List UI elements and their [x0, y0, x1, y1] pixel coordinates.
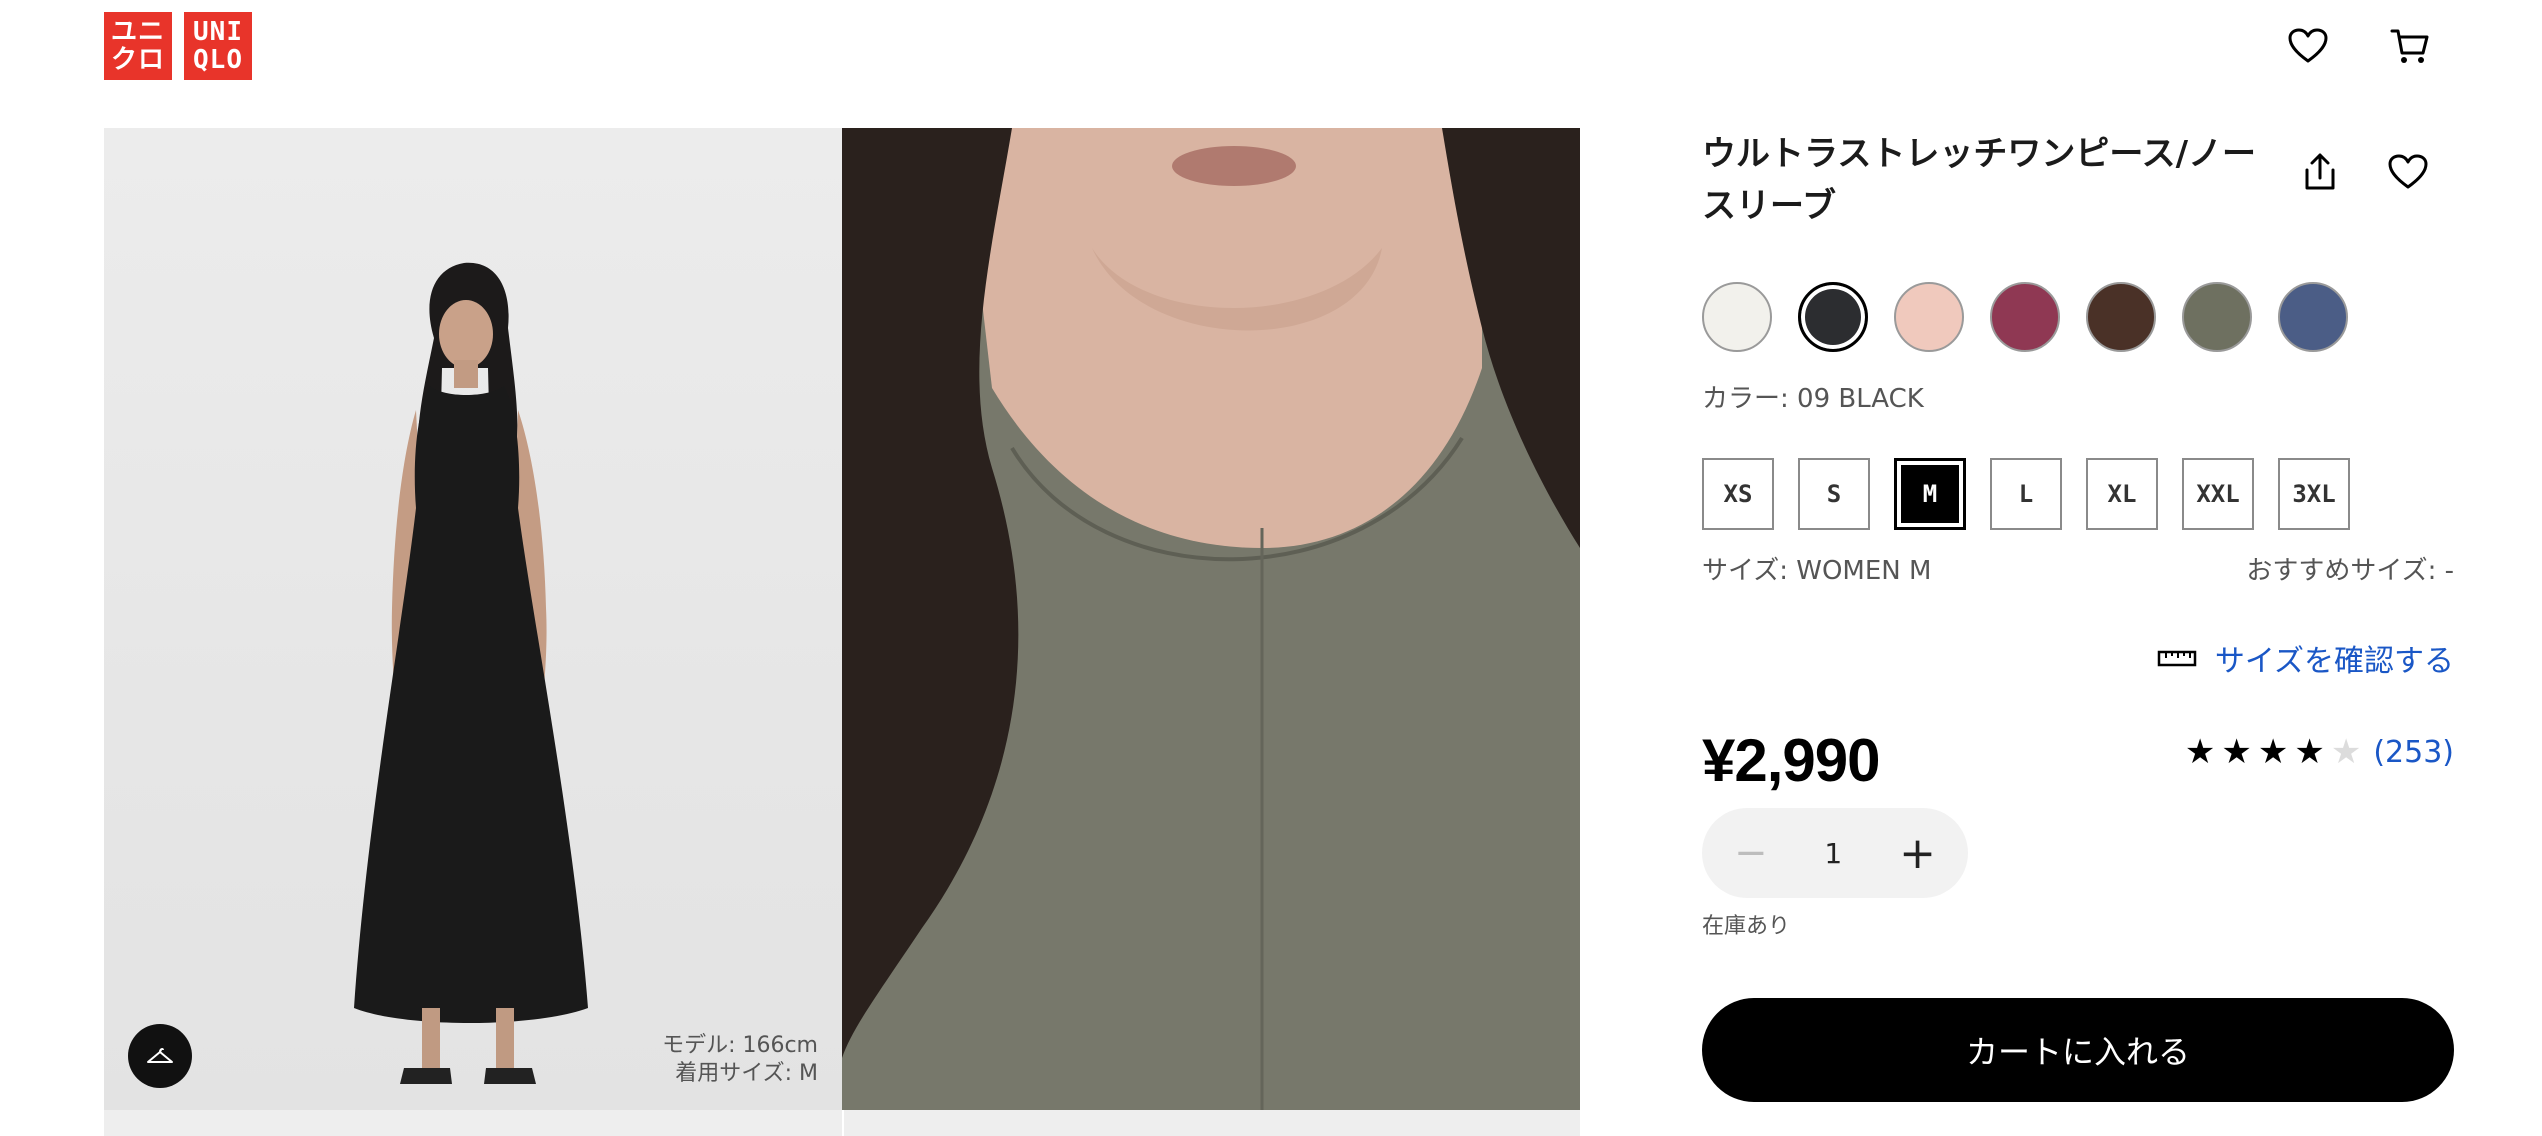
color-swatch-5[interactable]: [2086, 282, 2156, 352]
size-option-xxl[interactable]: XXL: [2182, 458, 2254, 530]
color-swatch-7[interactable]: [2278, 282, 2348, 352]
size-options: XS S M L XL XXL 3XL: [1702, 458, 2350, 530]
closeup-illustration: [842, 128, 1580, 1110]
color-swatch-6[interactable]: [2182, 282, 2252, 352]
selected-size-label: サイズ: WOMEN M: [1702, 556, 1932, 586]
color-swatch-2[interactable]: [1798, 282, 1868, 352]
favorite-heart-icon[interactable]: [2384, 148, 2432, 196]
size-check-text: サイズを確認する: [2214, 644, 2454, 679]
model-info: モデル: 166cm 着用サイズ: M: [662, 1032, 818, 1088]
model-illustration: [354, 262, 588, 1084]
quantity-stepper: − 1 +: [1702, 808, 1968, 898]
star-icon: ★: [2294, 732, 2325, 772]
stock-status: 在庫あり: [1702, 914, 1791, 939]
star-icon: ★: [2330, 732, 2362, 772]
uniqlo-logo[interactable]: ユニ クロ UNI QLO: [104, 12, 252, 80]
size-option-xs[interactable]: XS: [1702, 458, 1774, 530]
logo-text-4: QLO: [193, 45, 243, 75]
color-swatch-1[interactable]: [1702, 282, 1772, 352]
close-up-neckline-photo[interactable]: [842, 128, 1580, 1110]
star-icon: ★: [2221, 732, 2252, 772]
wishlist-heart-icon[interactable]: [2284, 22, 2332, 70]
size-option-m[interactable]: M: [1894, 458, 1966, 530]
logo-text-3: UNI: [193, 17, 243, 47]
quantity-value: 1: [1824, 836, 1843, 870]
recommended-size: おすすめサイズ: -: [2246, 556, 2454, 586]
ruler-icon: [2157, 650, 2197, 667]
quantity-decrease-button[interactable]: −: [1734, 830, 1768, 876]
logo-latin: UNI QLO: [184, 12, 252, 80]
color-swatch-3[interactable]: [1894, 282, 1964, 352]
cart-icon[interactable]: [2386, 22, 2434, 70]
size-option-l[interactable]: L: [1990, 458, 2062, 530]
model-height: モデル: 166cm: [662, 1033, 818, 1058]
fit-hanger-button[interactable]: [128, 1024, 192, 1088]
color-swatches: [1702, 282, 2348, 352]
share-icon[interactable]: [2296, 148, 2344, 196]
selected-color-label: カラー: 09 BLACK: [1702, 384, 1924, 414]
gallery-divider: [842, 1110, 844, 1136]
price: ¥2,990: [1702, 727, 1881, 794]
quantity-increase-button[interactable]: +: [1899, 828, 1936, 879]
review-count[interactable]: (253): [2373, 735, 2454, 770]
size-option-s[interactable]: S: [1798, 458, 1870, 530]
logo-text-1: ユニ: [110, 17, 165, 47]
star-icon: ★: [2184, 732, 2216, 772]
gallery-next-row: [104, 1110, 1580, 1136]
hanger-icon: [147, 1047, 173, 1063]
size-option-xl[interactable]: XL: [2086, 458, 2158, 530]
size-option-3xl[interactable]: 3XL: [2278, 458, 2350, 530]
site-header: ユニ クロ UNI QLO: [0, 0, 2542, 120]
product-title: ウルトラストレッチワンピース/ノースリーブ: [1702, 134, 2257, 226]
color-swatch-4[interactable]: [1990, 282, 2060, 352]
model-full-body-photo[interactable]: モデル: 166cm 着用サイズ: M: [104, 128, 842, 1110]
product-gallery: モデル: 166cm 着用サイズ: M: [104, 128, 1580, 1136]
model-worn-size: 着用サイズ: M: [675, 1061, 818, 1086]
logo-text-2: クロ: [110, 45, 165, 75]
size-check-link[interactable]: サイズを確認する: [2157, 636, 2454, 680]
add-to-cart-button[interactable]: カートに入れる: [1702, 998, 2454, 1102]
rating[interactable]: ★ ★ ★ ★ ★ (253): [2185, 732, 2454, 772]
logo-katakana: ユニ クロ: [104, 12, 172, 80]
star-icon: ★: [2257, 732, 2289, 772]
